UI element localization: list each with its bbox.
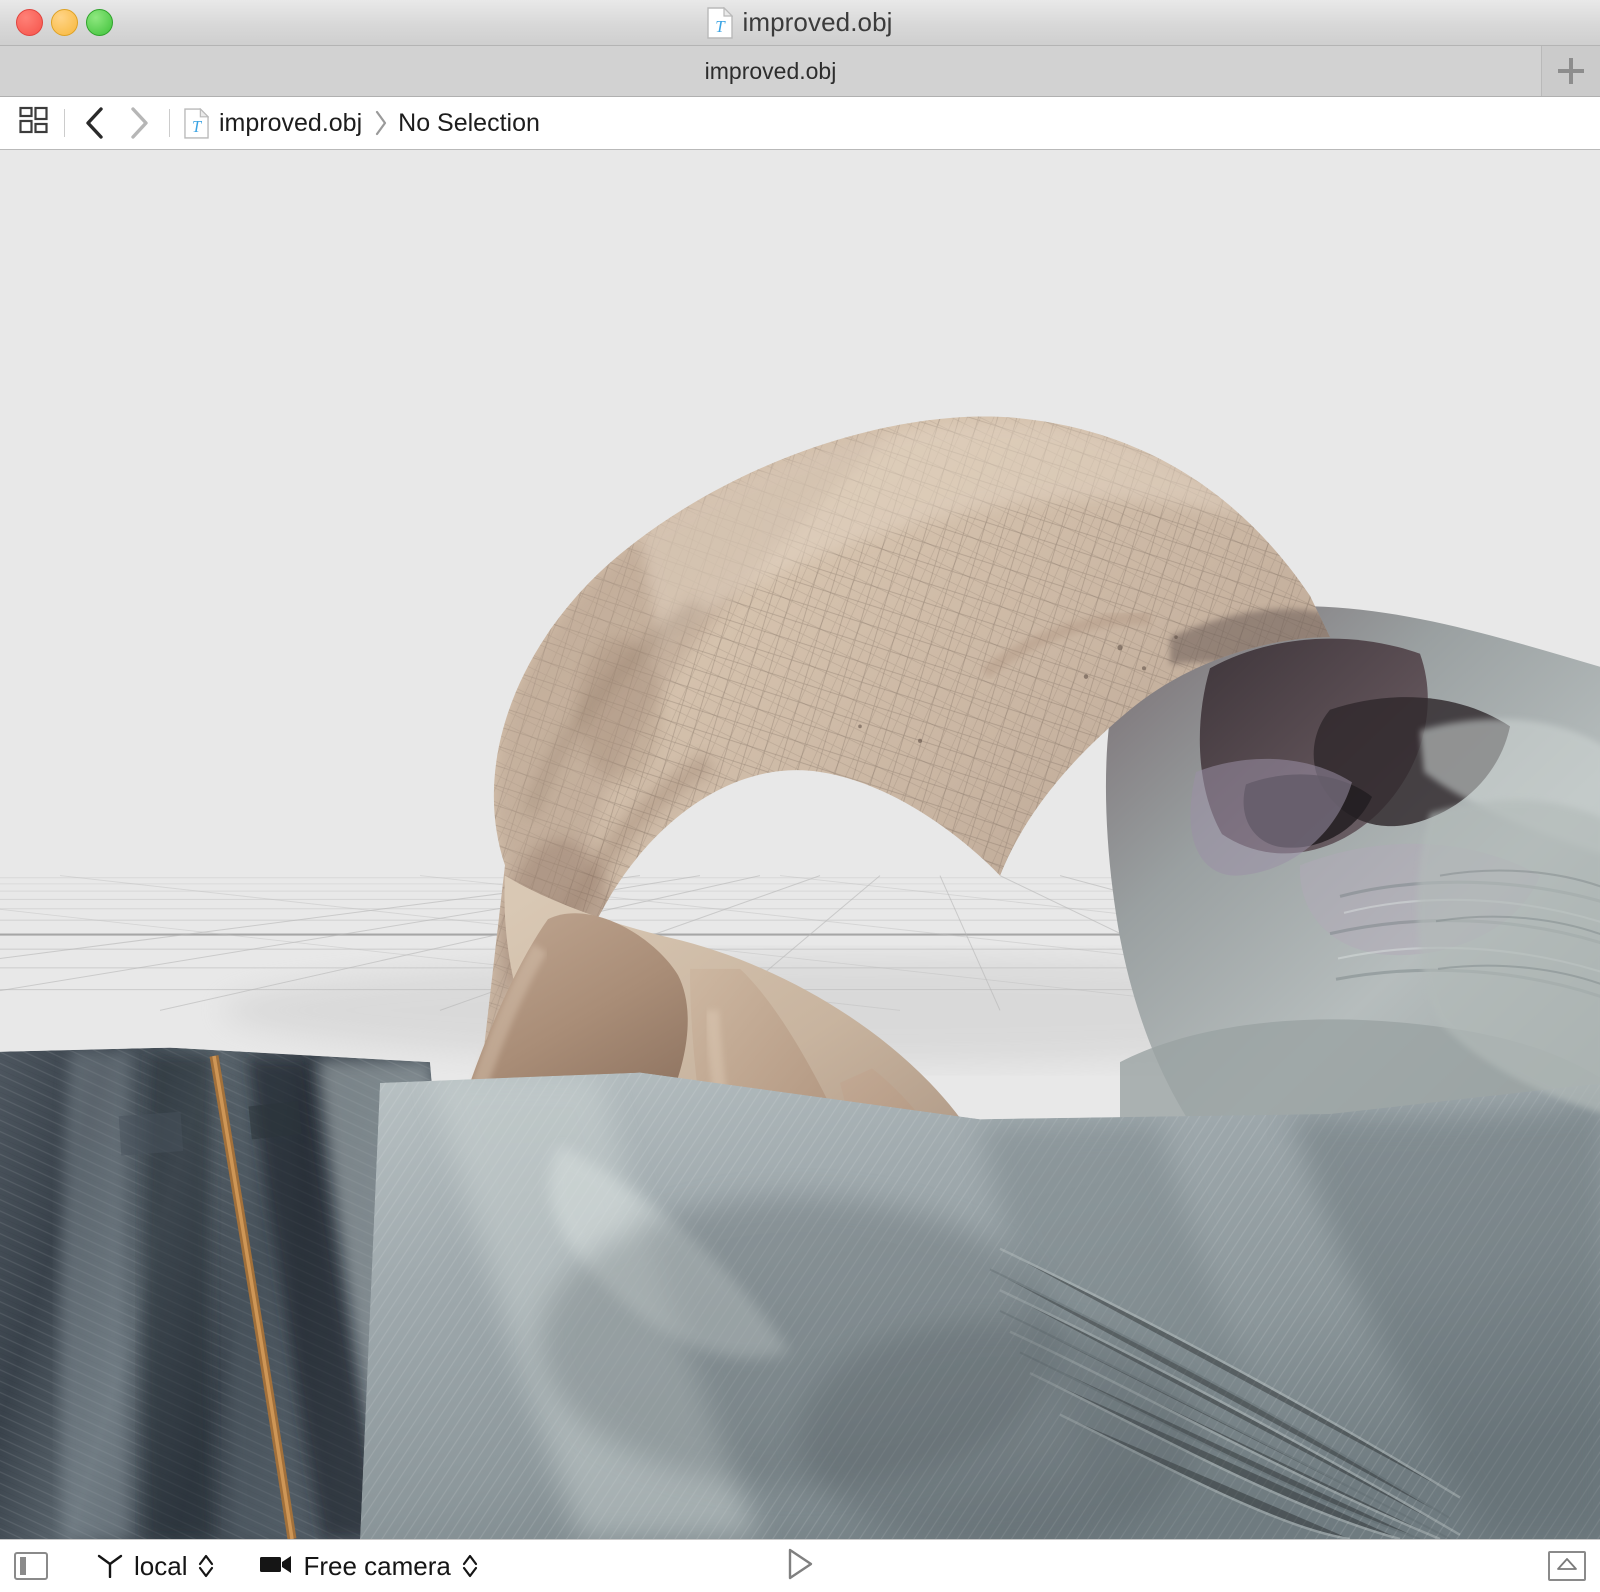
bottom-toolbar-right — [1548, 1551, 1586, 1581]
bottom-toolbar-left: local Free camera — [14, 1550, 523, 1583]
camera-value: Free camera — [303, 1550, 451, 1581]
mesh-stats-button[interactable] — [1548, 1551, 1586, 1581]
navigate-back-button[interactable] — [73, 101, 117, 145]
tab-label: improved.obj — [704, 57, 837, 84]
up-down-chevrons-icon[interactable] — [461, 1552, 479, 1580]
video-camera-icon — [259, 1553, 293, 1580]
chevron-right-icon — [128, 106, 150, 140]
navigate-forward-button[interactable] — [117, 101, 161, 145]
jump-bar: T improved.obj No Selection — [0, 97, 1600, 150]
four-squares-icon — [19, 106, 49, 141]
sidebar-toggle-icon[interactable] — [14, 1552, 48, 1580]
document-text-icon: T — [184, 107, 209, 139]
scene-render — [0, 150, 1600, 1539]
app-window: T improved.obj improved.obj T improved.o… — [0, 0, 1600, 1592]
title-bar: T improved.obj — [0, 0, 1600, 46]
tab-improved-obj[interactable]: improved.obj — [0, 46, 1542, 96]
mesh-jeans-right — [360, 1072, 1600, 1539]
plus-icon — [1558, 58, 1584, 84]
svg-text:T: T — [716, 17, 727, 36]
scene-viewport[interactable] — [0, 150, 1600, 1539]
minimize-window-button[interactable] — [51, 9, 78, 36]
window-title: improved.obj — [742, 7, 893, 37]
jump-bar-divider-2 — [169, 109, 170, 137]
breadcrumb: T improved.obj No Selection — [184, 107, 540, 139]
camera-control[interactable]: Free camera — [259, 1551, 478, 1582]
traffic-lights — [0, 9, 113, 36]
tab-bar: improved.obj — [0, 46, 1600, 97]
play-button[interactable] — [785, 1547, 815, 1586]
bottom-toolbar: local Free camera — [0, 1539, 1600, 1592]
chevron-right-icon — [374, 109, 388, 137]
up-down-chevrons-icon[interactable] — [197, 1552, 215, 1580]
close-window-button[interactable] — [16, 9, 43, 36]
maximize-window-button[interactable] — [86, 9, 113, 36]
jump-bar-divider-1 — [64, 109, 65, 137]
breadcrumb-item-file[interactable]: improved.obj — [219, 109, 362, 138]
transform-space-value: local — [134, 1550, 188, 1581]
transform-space-control[interactable]: local — [96, 1550, 215, 1583]
window-title-group: T improved.obj — [0, 0, 1600, 45]
related-items-button[interactable] — [12, 101, 56, 145]
triangle-in-box-icon — [1556, 1556, 1578, 1577]
axis-tripod-icon — [96, 1550, 124, 1583]
document-text-icon: T — [707, 6, 734, 39]
chevron-left-icon — [84, 106, 106, 140]
add-tab-button[interactable] — [1542, 46, 1600, 96]
breadcrumb-item-selection[interactable]: No Selection — [398, 109, 540, 138]
